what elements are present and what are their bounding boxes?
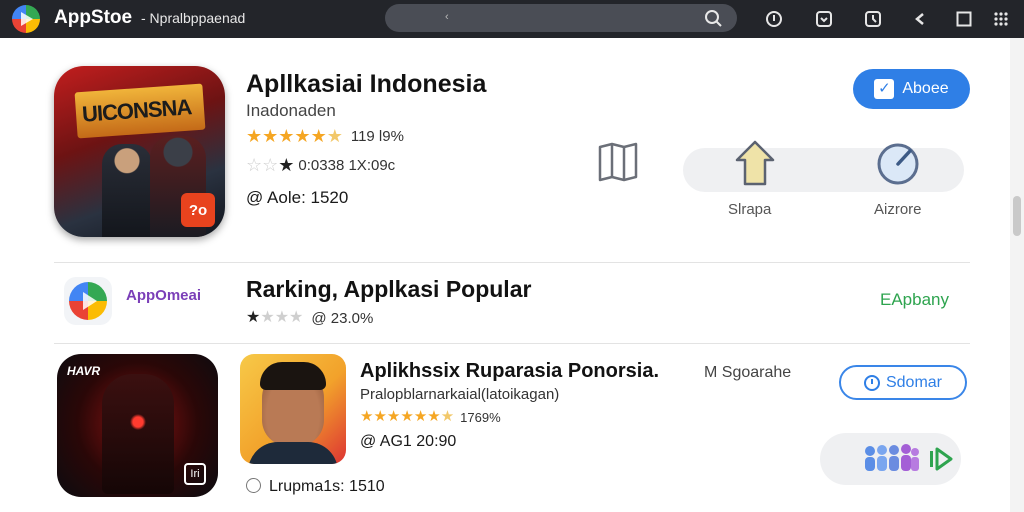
star-icon: ★ [246, 126, 263, 146]
ranking-brand: AppOmeai [126, 287, 202, 304]
star-icon: ★ [262, 126, 279, 146]
home-share-icon[interactable] [733, 138, 777, 188]
star-icon: ☆ [262, 155, 279, 175]
ranking-rating-row: ★ ★ ★ ★ @ 23.0% [246, 309, 373, 327]
people-group-icon[interactable] [862, 441, 920, 473]
ranking-rating-text: @ 23.0% [311, 309, 374, 327]
see-all-link[interactable]: EApbany [880, 290, 949, 310]
list-item-title[interactable]: Aplikhssix Ruparasia Ponorsia. [360, 360, 659, 383]
star-icon: ★ [386, 408, 401, 425]
featured-age-rating: @ Aole: 1520 [246, 188, 349, 207]
star-icon: ★ [278, 126, 295, 146]
star-icon: ★ [289, 309, 304, 326]
divider [54, 262, 970, 263]
history-icon[interactable] [863, 9, 883, 29]
circle-icon [246, 478, 261, 493]
gauge-label[interactable]: Aizrore [874, 201, 922, 218]
list-item-subtitle: Pralopblarnarkaial(latoikagan) [360, 386, 560, 403]
list-item-hero-icon[interactable]: HAVR Iri [57, 354, 218, 497]
list-item-action-button[interactable]: Sdomar [839, 365, 967, 400]
book-icon[interactable] [596, 141, 642, 183]
star-icon: ★ [400, 408, 414, 425]
grid-menu-icon[interactable] [991, 9, 1011, 29]
portrait-shirt [248, 442, 338, 464]
hero-icon-label: HAVR [67, 364, 101, 378]
featured-rating-row: ★ ★ ★ ★ ★ ★ 119 l9% [246, 127, 404, 145]
star-icon: ★ [260, 309, 275, 326]
star-icon: ★ [274, 309, 290, 326]
list-item-rating-text: 1769% [460, 409, 501, 425]
star-icon: ★ [246, 309, 261, 326]
icon-figure [102, 144, 152, 237]
scroll-thumb[interactable] [1013, 196, 1021, 236]
star-icon: ☆ [246, 155, 263, 175]
icon-figure [102, 374, 174, 494]
search-input[interactable]: ‹ [385, 4, 737, 32]
play-icon[interactable] [928, 445, 954, 473]
list-item-app-icon[interactable] [240, 354, 346, 464]
star-icon: ★ [427, 408, 441, 425]
divider [54, 343, 970, 344]
featured-app-title[interactable]: Apllkasiai Indonesia [246, 70, 486, 99]
star-icon: ★ [310, 126, 327, 146]
app-title: AppStoe [54, 7, 133, 28]
star-icon: ★ [413, 408, 428, 425]
star-icon: ★ [294, 126, 311, 146]
clock-icon [863, 374, 880, 391]
list-item-rating-row: ★ ★ ★ ★ ★ ★ ★ 1769% [360, 408, 501, 426]
star-icon: ★ [360, 408, 374, 425]
star-icon: ★ [326, 126, 343, 146]
star-icon: ★ [278, 155, 295, 175]
top-bar: AppStoe - Npralbppaenad ‹ [0, 0, 1024, 38]
maximize-icon[interactable] [954, 9, 974, 29]
featured-rating-row-2: ☆ ☆ ★ 0:0338 1X:09c [246, 156, 395, 174]
featured-app-developer[interactable]: Inadonaden [246, 101, 336, 121]
search-icon[interactable] [703, 8, 723, 28]
search-cursor: ‹ [445, 11, 449, 23]
check-icon: ✓ [874, 79, 895, 99]
list-item-action-label: Sdomar [885, 373, 943, 391]
star-icon: ★ [440, 408, 455, 425]
star-icon: ★ [373, 408, 387, 425]
icon-corner-badge: ?o [181, 193, 215, 227]
featured-rating-text: 119 l9% [350, 127, 404, 145]
share-label[interactable]: Slrapa [728, 201, 771, 218]
back-arrow-icon[interactable] [910, 9, 930, 29]
portrait-hair [260, 362, 326, 390]
list-item-footer-text: Lrupma1s: 1510 [269, 478, 385, 495]
ranking-section-title: Rarking, Applkasi Popular [246, 276, 532, 302]
hero-icon-badge: Iri [184, 463, 206, 485]
scrollbar[interactable] [1010, 38, 1024, 512]
action-pill [683, 148, 964, 192]
ranking-logo-icon [64, 277, 112, 325]
list-item-footer: Lrupma1s: 1510 [246, 478, 385, 496]
install-button[interactable]: ✓ Aboee [853, 69, 970, 109]
list-item-age: @ AG1 20:90 [360, 433, 457, 450]
install-button-label: Aboee [902, 80, 949, 97]
featured-app-icon[interactable]: UICONSNA ?o [54, 66, 225, 237]
download-icon[interactable] [814, 9, 834, 29]
gauge-icon[interactable] [875, 141, 921, 187]
list-item-meta: M Sgoarahe [704, 364, 792, 381]
appstore-logo-icon[interactable] [12, 5, 40, 33]
featured-rating-text-2: 0:0338 1X:09c [298, 156, 396, 174]
info-icon[interactable] [764, 9, 784, 29]
app-subtitle: - Npralbppaenad [141, 10, 246, 26]
